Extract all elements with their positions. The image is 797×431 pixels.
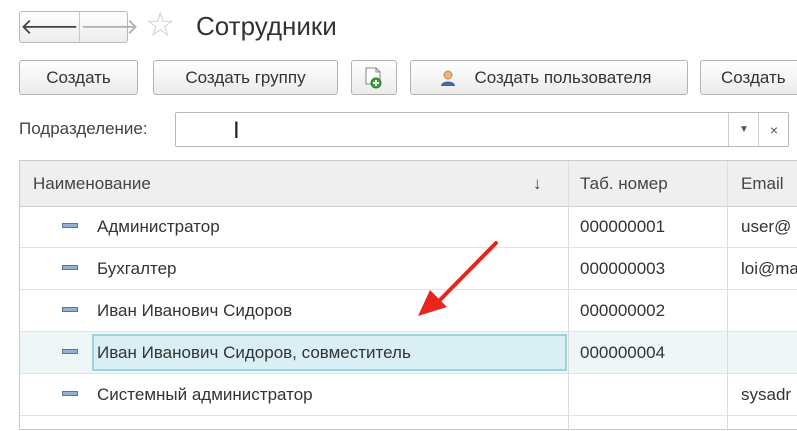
- annotation-arrow-icon: [418, 241, 498, 316]
